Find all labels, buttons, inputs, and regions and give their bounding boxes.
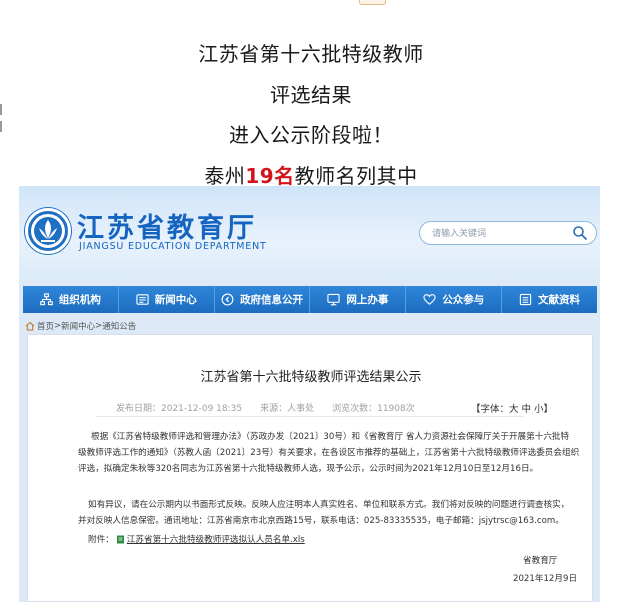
headline-line-3: 进入公示阶段啦！: [229, 123, 393, 147]
nav-label: 网上办事: [346, 294, 389, 306]
file-icon: [116, 535, 124, 543]
signature-org: 省教育厅: [523, 556, 558, 566]
attachment-label: 附件：: [88, 535, 114, 545]
headline-highlight-count: 19名: [245, 164, 295, 188]
breadcrumb-news[interactable]: 新闻中心: [61, 320, 95, 332]
org-chart-icon: [40, 293, 53, 306]
embedded-website-screenshot: 江苏省教育厅 JIANGSU EDUCATION DEPARTMENT 组织机构…: [19, 186, 600, 602]
article-paragraph: 并对反映人信息保密。通讯地址：江苏省南京市北京西路15号，联系电话：025-83…: [78, 516, 564, 526]
nav-label: 新闻中心: [154, 294, 197, 306]
nav-label: 公众参与: [442, 294, 485, 306]
headline-line-2: 评选结果: [270, 83, 352, 107]
home-icon: [25, 321, 35, 331]
nav-item-news[interactable]: 新闻中心: [119, 286, 215, 313]
breadcrumb-separator: >: [95, 321, 103, 331]
signature-date: 2021年12月9日: [513, 574, 578, 584]
heart-icon: [423, 294, 436, 305]
article-panel: 江苏省第十六批特级教师评选结果公示 发布日期：2021-12-09 18:35 …: [27, 334, 593, 602]
font-size-switcher[interactable]: 【字体：大 中 小】: [471, 401, 553, 415]
breadcrumb-home[interactable]: 首页: [37, 320, 54, 332]
article-paragraph: 根据《江苏省特级教师评选和管理办法》（苏政办发〔2021〕30号）和《省教育厅 …: [91, 432, 570, 442]
nav-item-online-services[interactable]: 网上办事: [310, 286, 407, 313]
nav-item-documents[interactable]: 文献资料: [502, 286, 597, 313]
info-disclosure-icon: [221, 293, 234, 306]
article-paragraph: 级教师评选工作的通知》（苏教人函〔2021〕23号）有关要求，在各设区市推荐的基…: [78, 448, 580, 458]
search-input[interactable]: [432, 225, 572, 242]
nav-item-org[interactable]: 组织机构: [23, 286, 119, 313]
headline-line-1: 江苏省第十六批特级教师: [198, 42, 424, 66]
site-subtitle: JIANGSU EDUCATION DEPARTMENT: [79, 241, 267, 252]
site-logo[interactable]: [25, 208, 71, 254]
headline-suffix: 教师名列其中: [294, 164, 418, 188]
nav-item-public-participation[interactable]: 公众参与: [406, 286, 503, 313]
documents-icon: [519, 293, 532, 306]
site-title[interactable]: 江苏省教育厅: [77, 206, 257, 245]
nav-label: 组织机构: [58, 294, 101, 306]
breadcrumb-separator: >: [54, 321, 62, 331]
monitor-icon: [327, 293, 341, 306]
logo-emblem-icon: [31, 214, 65, 248]
nav-label: 政府信息公开: [240, 294, 304, 306]
article-meta: 发布日期：2021-12-09 18:35 来源：人事处 浏览次数：11908次: [116, 404, 415, 414]
attachment-link[interactable]: 江苏省第十六批特级教师评选拟认人员名单.xls: [127, 533, 305, 545]
article-paragraph: 评选，拟确定朱秋等320名同志为江苏省第十六批特级教师人选，现予公示，公示时间为…: [78, 464, 539, 474]
breadcrumb: 首页 > 新闻中心 > 通知公告: [25, 320, 136, 332]
breadcrumb-current[interactable]: 通知公告: [102, 320, 136, 332]
search-icon[interactable]: [572, 225, 588, 241]
meta-divider: [96, 416, 524, 417]
news-icon: [136, 294, 149, 305]
search-box: [419, 221, 597, 245]
site-header: 江苏省教育厅 JIANGSU EDUCATION DEPARTMENT: [19, 186, 600, 279]
attachment-row: 附件： 江苏省第十六批特级教师评选拟认人员名单.xls: [88, 533, 305, 545]
main-navigation: 组织机构 新闻中心 政府信息公开 网上办事 公众参与 文献资料: [23, 286, 597, 313]
article-title: 江苏省第十六批特级教师评选结果公示: [200, 370, 422, 385]
nav-label: 文献资料: [538, 294, 581, 306]
headline-line-4: 泰州19名教师名列其中: [0, 160, 622, 189]
article-paragraph: 如有异议，请在公示期内以书面形式反映。反映人应注明本人真实姓名、单位和联系方式。…: [88, 500, 570, 510]
headline-prefix: 泰州: [204, 164, 246, 188]
top-tab-decoration: [359, 0, 386, 5]
nav-item-info-disclosure[interactable]: 政府信息公开: [215, 286, 311, 313]
